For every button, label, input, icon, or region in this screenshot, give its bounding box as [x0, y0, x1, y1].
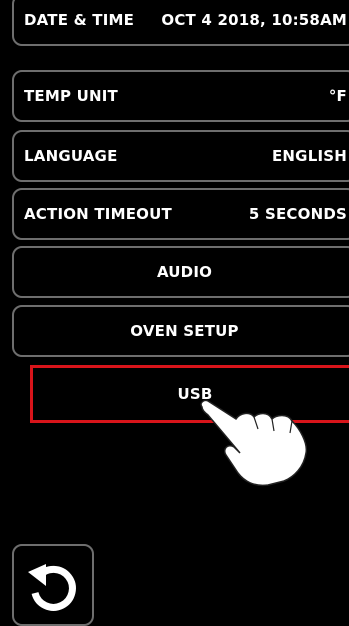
audio-label: AUDIO — [156, 263, 213, 281]
temp-unit-label: TEMP UNIT — [24, 87, 118, 105]
date-time-setting[interactable]: DATE & TIME OCT 4 2018, 10:58AM — [12, 0, 349, 46]
action-timeout-label: ACTION TIMEOUT — [24, 205, 172, 223]
oven-setup-button[interactable]: OVEN SETUP — [12, 305, 349, 357]
language-setting[interactable]: LANGUAGE ENGLISH — [12, 130, 349, 182]
language-value: ENGLISH — [271, 147, 347, 165]
date-time-label: DATE & TIME — [24, 11, 135, 29]
oven-setup-label: OVEN SETUP — [130, 322, 239, 340]
back-button[interactable] — [12, 544, 94, 626]
temp-unit-setting[interactable]: TEMP UNIT °F — [12, 70, 349, 122]
date-time-value: OCT 4 2018, 10:58AM — [161, 11, 347, 29]
hand-pointer-icon — [200, 399, 308, 487]
temp-unit-value: °F — [328, 87, 347, 105]
audio-button[interactable]: AUDIO — [12, 246, 349, 298]
language-label: LANGUAGE — [24, 147, 118, 165]
action-timeout-setting[interactable]: ACTION TIMEOUT 5 SECONDS — [12, 188, 349, 240]
back-icon — [28, 564, 76, 611]
action-timeout-value: 5 SECONDS — [248, 205, 347, 223]
